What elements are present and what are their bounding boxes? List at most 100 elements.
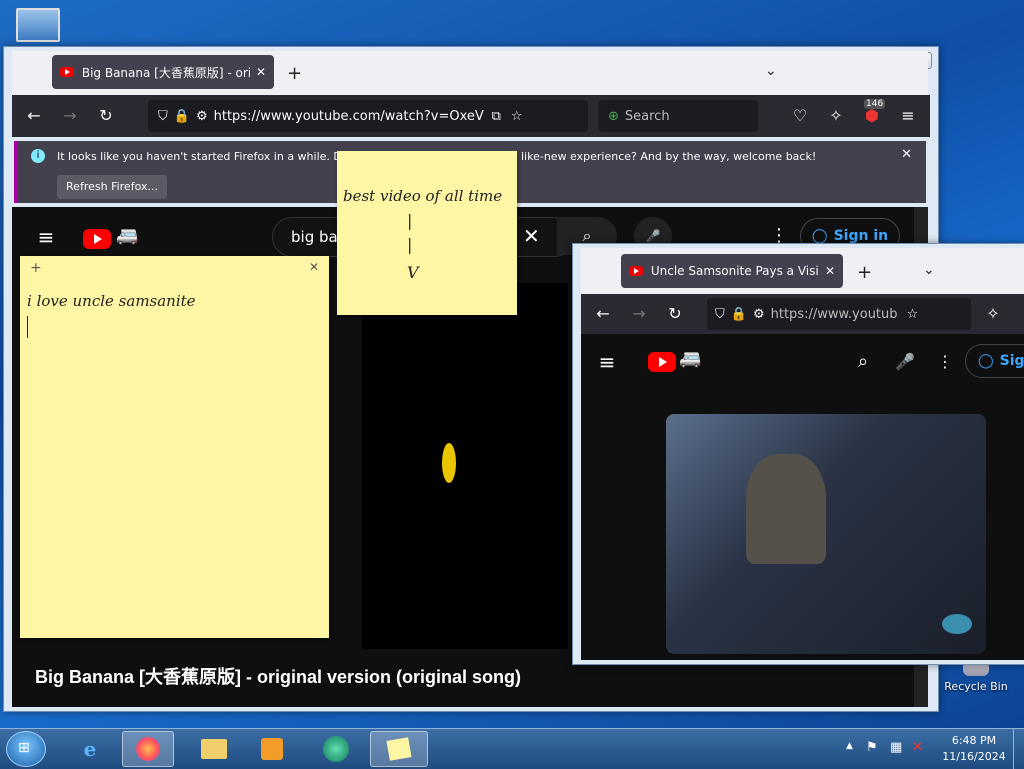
tab-big-banana[interactable]: Big Banana [大香蕉原版] - orig ✕ — [52, 55, 274, 89]
tab-uncle-samsonite[interactable]: Uncle Samsonite Pays a Visit - Y ✕ — [621, 254, 843, 288]
youtube-menu-icon-2[interactable]: ≡ — [597, 352, 617, 372]
back-icon[interactable]: ← — [24, 108, 44, 124]
show-desktop-button[interactable] — [1013, 729, 1024, 769]
taskbar-media-player-button[interactable] — [246, 731, 298, 767]
url-bar-2[interactable]: ⛉ 🔒 ⚙ https://www.youtub ☆ — [707, 298, 971, 330]
more-options-icon-2[interactable]: ⋮ — [935, 354, 955, 370]
lock-icon-2: 🔒 — [730, 306, 747, 322]
youtube-logo-icon[interactable] — [83, 229, 111, 249]
youtube-favicon-icon — [60, 67, 74, 77]
text-caret — [27, 316, 28, 338]
note1-text[interactable]: i love uncle samsanite — [27, 292, 196, 310]
reload-icon-2[interactable]: ↻ — [665, 306, 685, 322]
sticky-note-1[interactable]: + ✕ i love uncle samsanite — [20, 256, 329, 638]
bookmark-star-icon[interactable]: ☆ — [511, 109, 523, 124]
video-player-2[interactable] — [666, 414, 986, 654]
taskbar-ie-button[interactable]: e — [64, 731, 116, 767]
close-tab-icon[interactable]: ✕ — [256, 65, 266, 79]
menu-icon[interactable]: ≡ — [898, 108, 918, 124]
close-tab-icon-2[interactable]: ✕ — [825, 264, 835, 278]
bookmark-star-icon-2[interactable]: ☆ — [907, 307, 919, 322]
new-tab-button-2[interactable]: + — [857, 262, 872, 283]
banana-icon — [442, 443, 456, 483]
forward-icon[interactable]: → — [60, 108, 80, 124]
search-bar[interactable]: ⊕ Search — [598, 100, 758, 132]
lock-icon: 🔒 — [173, 108, 190, 124]
sign-in-label: Sign in — [833, 228, 889, 244]
note2-arrow-2: | — [407, 235, 413, 254]
sign-in-button-2[interactable]: ◯ Sig — [965, 344, 1024, 378]
permissions-icon: ⚙ — [195, 108, 208, 124]
clock-time: 6:48 PM — [951, 734, 997, 747]
list-tabs-icon-2[interactable]: ⌄ — [923, 262, 935, 278]
tab-strip: Big Banana [大香蕉原版] - orig ✕ + ⌄ — [12, 51, 928, 95]
note2-arrow-1: | — [407, 211, 413, 230]
tab-title-2: Uncle Samsonite Pays a Visit - Y — [650, 264, 819, 278]
show-hidden-icons[interactable]: ▲ — [846, 741, 853, 751]
media-player-icon — [261, 738, 283, 760]
explorer-icon — [201, 739, 227, 759]
channel-watermark-icon — [942, 614, 972, 634]
taskbar-app-button[interactable] — [310, 731, 362, 767]
nav-toolbar: ← → ↻ ⛉ 🔒 ⚙ https://www.youtube.com/watc… — [12, 95, 930, 137]
doodle-icon: 🚐 — [116, 225, 139, 246]
pocket-icon[interactable]: ♡ — [790, 108, 810, 124]
taskbar: ⊞ e ▲ ⚑ ▦ ✕ 6:48 PM 11/16/2024 — [0, 728, 1024, 769]
ublock-icon[interactable]: ⬢ — [862, 108, 882, 124]
taskbar-sticky-notes-button[interactable] — [370, 731, 428, 767]
taskbar-explorer-button[interactable] — [188, 731, 240, 767]
forward-icon-2[interactable]: → — [629, 306, 649, 322]
clock-date: 11/16/2024 — [942, 750, 1006, 763]
url-text: https://www.youtube.com/watch?v=OxeV7 — [213, 108, 484, 124]
back-icon-2[interactable]: ← — [593, 306, 613, 322]
refresh-firefox-button[interactable]: Refresh Firefox... — [57, 175, 167, 199]
action-center-icon[interactable]: ⚑ — [866, 740, 878, 755]
firefox-second-window: ▭ Uncle Samsonite Pays a Visit - Y ✕ + ⌄… — [572, 243, 1024, 665]
network-icon[interactable]: ▦ — [890, 740, 902, 755]
extensions-icon-2[interactable]: ✧ — [983, 306, 1003, 322]
doodle-icon-2: 🚐 — [679, 348, 702, 369]
video-player[interactable] — [362, 283, 568, 649]
youtube-favicon-icon-2 — [629, 266, 643, 276]
note2-arrow-3: V — [407, 263, 419, 282]
sticky-notes-icon — [386, 737, 412, 761]
notification-text-right: like-new experience? And by the way, wel… — [521, 150, 817, 163]
computer-icon — [16, 8, 60, 42]
computer-desktop-icon[interactable] — [8, 8, 68, 42]
nav-toolbar-2: ← → ↻ ⛉ 🔒 ⚙ https://www.youtub ☆ ✧ — [581, 294, 1024, 334]
start-button[interactable]: ⊞ — [6, 731, 46, 767]
info-icon: i — [31, 149, 45, 163]
notification-text-left: It looks like you haven't started Firefo… — [57, 150, 359, 163]
taskbar-clock[interactable]: 6:48 PM 11/16/2024 — [936, 733, 1012, 765]
note2-line1: best video of all time — [343, 187, 503, 205]
permissions-icon-2: ⚙ — [752, 306, 765, 322]
youtube-menu-icon[interactable]: ≡ — [36, 227, 56, 247]
clear-search-icon[interactable]: ✕ — [523, 224, 540, 248]
sticky-note-2[interactable]: best video of all time | | V — [337, 151, 517, 315]
search-engine-icon: ⊕ — [608, 108, 619, 124]
url-bar[interactable]: ⛉ 🔒 ⚙ https://www.youtube.com/watch?v=Ox… — [148, 100, 588, 132]
shield-icon-2: ⛉ — [715, 306, 725, 322]
list-tabs-icon[interactable]: ⌄ — [765, 63, 777, 79]
reload-icon[interactable]: ↻ — [96, 108, 116, 124]
volume-muted-icon[interactable]: ✕ — [912, 740, 923, 755]
page-content-2: ≡ 🚐 ⌕ 🎤 ⋮ ◯ Sig — [581, 334, 1024, 660]
search-icon-2[interactable]: ⌕ — [853, 353, 873, 371]
new-note-icon[interactable]: + — [30, 260, 42, 276]
taskbar-firefox-button[interactable] — [122, 731, 174, 767]
sign-in-label-2: Sig — [999, 353, 1024, 369]
account-icon-2: ◯ — [978, 353, 994, 369]
new-tab-button[interactable]: + — [287, 63, 302, 84]
youtube-logo-icon-2[interactable] — [648, 352, 676, 372]
extension-badge: 146 — [864, 99, 886, 109]
ie-icon: e — [83, 737, 97, 761]
voice-search-icon-2[interactable]: 🎤 — [895, 354, 915, 370]
extensions-icon[interactable]: ✧ — [826, 108, 846, 124]
url-text-2: https://www.youtub — [770, 306, 898, 322]
notification-close-icon[interactable]: ✕ — [901, 147, 912, 162]
note-close-icon[interactable]: ✕ — [309, 260, 319, 274]
video-title: Big Banana [大香蕉原版] - original version (o… — [35, 667, 522, 687]
pip-icon[interactable]: ⧉ — [492, 109, 501, 124]
recycle-bin-label: Recycle Bin — [944, 680, 1008, 693]
character-figure — [746, 454, 826, 564]
